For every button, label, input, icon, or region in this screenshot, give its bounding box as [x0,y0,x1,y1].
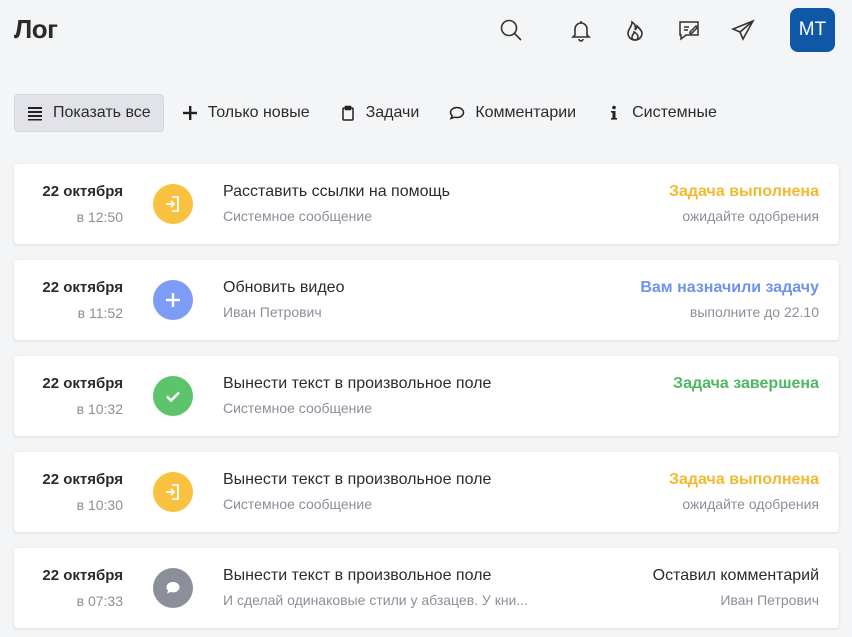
entry-status: Вам назначили задачу [640,279,819,296]
entry-time: в 12:50 [76,209,123,225]
filter-bar: Показать все Только новые Задачи Коммент… [14,94,735,132]
fire-icon[interactable] [622,17,648,43]
log-entry[interactable]: 22 октября в 12:50 Расставить ссылки на … [14,164,839,244]
entry-subtitle: Системное сообщение [223,400,373,416]
entry-note: Иван Петрович [720,592,819,608]
filter-label: Задачи [365,104,420,121]
entry-date: 22 октября [42,279,123,296]
entry-title: Вынести текст в произвольное поле [223,567,492,584]
list-icon [27,105,43,121]
filter-label: Показать все [53,104,151,121]
entry-subtitle: Системное сообщение [223,496,373,512]
entry-note: ожидайте одобрения [682,208,819,224]
comment-icon [153,568,193,608]
header: Лог MT [0,0,852,64]
plus-icon [182,105,198,121]
info-icon [606,105,622,121]
plus-icon [153,280,193,320]
task-import-icon [153,184,193,224]
entry-note: выполните до 22.10 [689,304,819,320]
filter-label: Только новые [207,104,310,121]
entry-title: Вынести текст в произвольное поле [223,471,492,488]
entry-date: 22 октября [42,471,123,488]
entry-status: Оставил комментарий [652,567,819,584]
log-entry[interactable]: 22 октября в 07:33 Вынести текст в произ… [14,548,839,628]
log-entry[interactable]: 22 октября в 10:30 Вынести текст в произ… [14,452,839,532]
send-icon[interactable] [730,17,756,43]
entry-title: Расставить ссылки на помощь [223,183,450,200]
filter-show-all[interactable]: Показать все [14,94,164,132]
filter-system[interactable]: Системные [594,94,729,132]
entry-status: Задача выполнена [668,183,819,200]
comment-icon [449,105,465,121]
entry-status: Задача выполнена [668,471,819,488]
entry-time: в 11:52 [77,305,123,321]
bell-icon[interactable] [568,17,594,43]
entry-time: в 10:30 [76,497,123,513]
entry-time: в 10:32 [76,401,123,417]
entry-time: в 07:33 [76,593,123,609]
message-edit-icon[interactable] [676,17,702,43]
filter-new-only[interactable]: Только новые [170,94,322,132]
avatar[interactable]: MT [790,8,835,52]
entry-title: Вынести текст в произвольное поле [223,375,492,392]
entry-subtitle: И сделай одинаковые стили у абзацев. У к… [223,592,529,608]
search-icon[interactable] [498,17,524,43]
entry-note: ожидайте одобрения [682,496,819,512]
filter-comments[interactable]: Комментарии [437,94,588,132]
entry-title: Обновить видео [223,279,345,296]
entry-date: 22 октября [42,567,123,584]
entry-date: 22 октября [42,183,123,200]
log-entry[interactable]: 22 октября в 11:52 Обновить видео Иван П… [14,260,839,340]
entry-status: Задача завершена [673,375,819,392]
log-list: 22 октября в 12:50 Расставить ссылки на … [14,164,839,637]
entry-subtitle: Иван Петрович [223,304,322,320]
task-import-icon [153,472,193,512]
entry-date: 22 октября [42,375,123,392]
clipboard-icon [340,105,356,121]
check-icon [153,376,193,416]
log-entry[interactable]: 22 октября в 10:32 Вынести текст в произ… [14,356,839,436]
entry-subtitle: Системное сообщение [223,208,373,224]
filter-tasks[interactable]: Задачи [328,94,432,132]
page-title: Лог [14,14,58,44]
filter-label: Системные [632,104,717,121]
filter-label: Комментарии [475,104,577,121]
